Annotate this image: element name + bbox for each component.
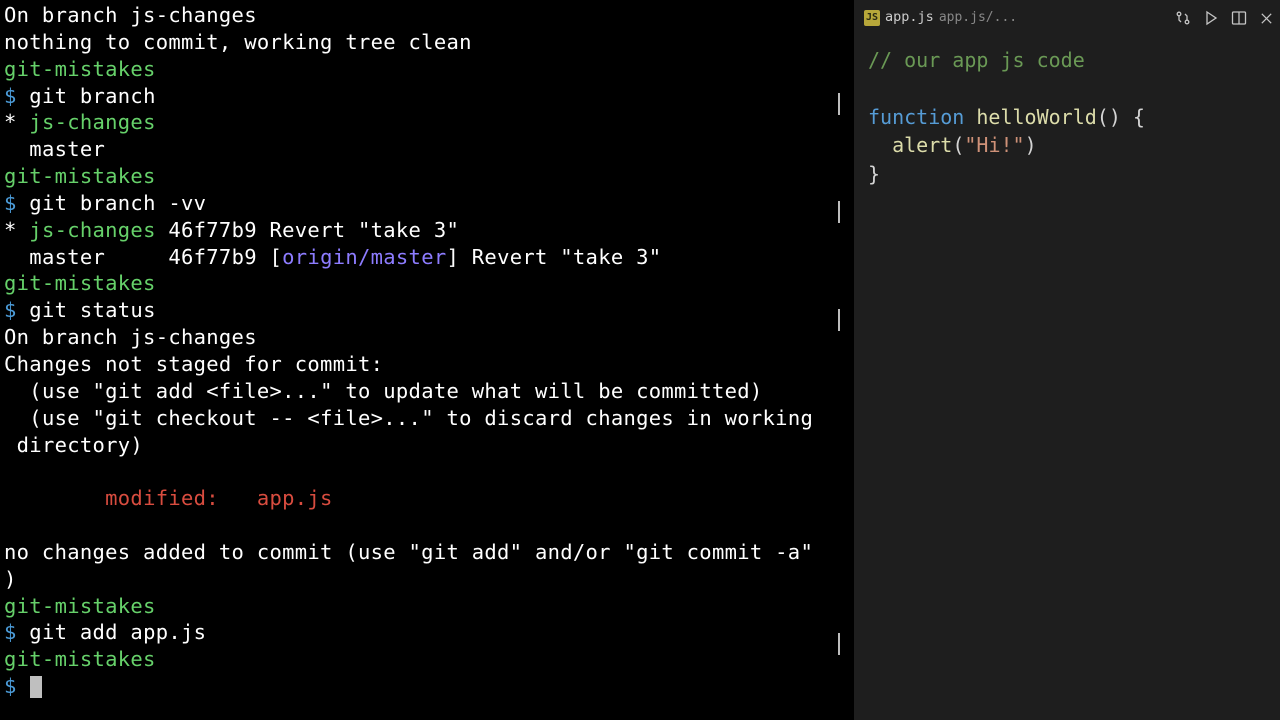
editor-body[interactable]: // our app js code function helloWorld()… xyxy=(854,36,1280,720)
code-call: alert xyxy=(892,133,952,157)
terminal-line: $ git status xyxy=(4,297,850,324)
code-editor-pane: JS app.js app.js/... xyxy=(854,0,1280,720)
terminal-line: ) xyxy=(4,566,850,593)
scroll-mark xyxy=(838,309,840,331)
tab-filepath: app.js/... xyxy=(939,9,1017,26)
scroll-mark xyxy=(838,201,840,223)
terminal-line: $ git add app.js xyxy=(4,619,850,646)
terminal-line: On branch js-changes xyxy=(4,324,850,351)
compare-changes-icon[interactable] xyxy=(1175,10,1191,26)
tab-filename: app.js xyxy=(885,9,934,27)
code-punct: () { xyxy=(1097,105,1145,129)
code-keyword: function xyxy=(868,105,964,129)
code-punct: ) xyxy=(1025,133,1037,157)
terminal-line: master 46f77b9 [origin/master] Revert "t… xyxy=(4,244,850,271)
editor-tabbar: JS app.js app.js/... xyxy=(854,0,1280,36)
terminal-line: directory) xyxy=(4,432,850,459)
terminal-line: master xyxy=(4,136,850,163)
scroll-mark xyxy=(838,633,840,655)
split-editor-icon[interactable] xyxy=(1231,10,1247,26)
terminal-line xyxy=(4,458,850,485)
terminal-line: no changes added to commit (use "git add… xyxy=(4,539,850,566)
terminal-line: $ git branch xyxy=(4,83,850,110)
code-punct: ( xyxy=(952,133,964,157)
editor-actions xyxy=(1175,10,1274,26)
terminal-pane[interactable]: On branch js-changesnothing to commit, w… xyxy=(0,0,854,720)
terminal-line: modified: app.js xyxy=(4,485,850,512)
terminal-line: git-mistakes xyxy=(4,646,850,673)
code-punct: } xyxy=(868,162,880,186)
terminal-line: $ git branch -vv xyxy=(4,190,850,217)
terminal-cursor xyxy=(30,676,42,698)
code-function-name: helloWorld xyxy=(976,105,1096,129)
run-icon[interactable] xyxy=(1203,10,1219,26)
terminal-line: $ xyxy=(4,673,850,700)
terminal-line: nothing to commit, working tree clean xyxy=(4,29,850,56)
terminal-line: git-mistakes xyxy=(4,593,850,620)
terminal-line: git-mistakes xyxy=(4,163,850,190)
js-file-icon: JS xyxy=(864,10,880,25)
scroll-mark xyxy=(838,93,840,115)
code-string: "Hi!" xyxy=(964,133,1024,157)
terminal-line: * js-changes xyxy=(4,109,850,136)
terminal-line xyxy=(4,512,850,539)
terminal-line: * js-changes 46f77b9 Revert "take 3" xyxy=(4,217,850,244)
terminal-line: Changes not staged for commit: xyxy=(4,351,850,378)
terminal-line: (use "git checkout -- <file>..." to disc… xyxy=(4,405,850,432)
close-icon[interactable] xyxy=(1259,11,1274,26)
terminal-line: On branch js-changes xyxy=(4,2,850,29)
terminal-line: (use "git add <file>..." to update what … xyxy=(4,378,850,405)
code-comment: // our app js code xyxy=(868,48,1085,72)
terminal-line: git-mistakes xyxy=(4,56,850,83)
code-indent xyxy=(868,133,892,157)
editor-tab-active[interactable]: JS app.js app.js/... xyxy=(864,9,1017,27)
terminal-line: git-mistakes xyxy=(4,270,850,297)
